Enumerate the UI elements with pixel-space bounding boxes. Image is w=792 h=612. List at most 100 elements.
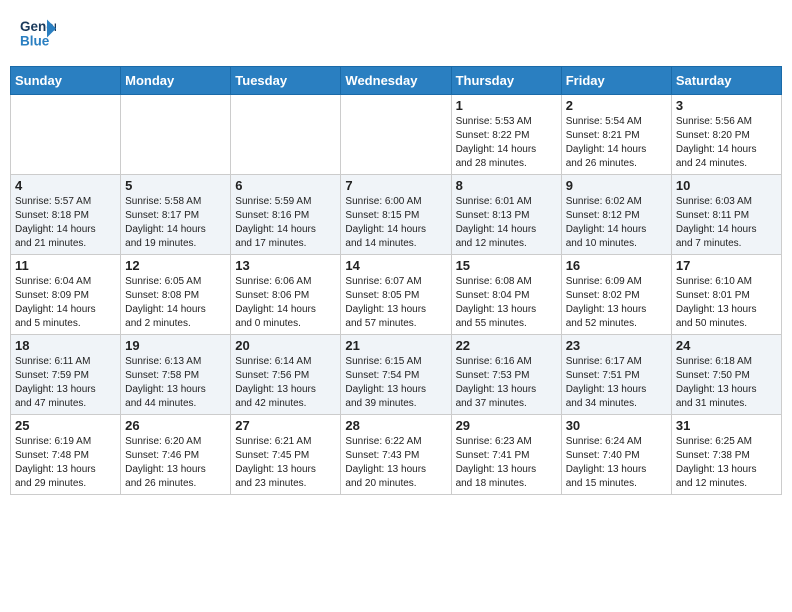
weekday-header-monday: Monday — [121, 67, 231, 95]
calendar-cell: 1Sunrise: 5:53 AM Sunset: 8:22 PM Daylig… — [451, 95, 561, 175]
day-info: Sunrise: 6:00 AM Sunset: 8:15 PM Dayligh… — [345, 195, 446, 251]
day-info: Sunrise: 5:58 AM Sunset: 8:17 PM Dayligh… — [125, 195, 226, 251]
day-info: Sunrise: 6:21 AM Sunset: 7:45 PM Dayligh… — [235, 435, 336, 491]
day-number: 25 — [15, 418, 116, 433]
day-info: Sunrise: 6:13 AM Sunset: 7:58 PM Dayligh… — [125, 355, 226, 411]
calendar-cell — [231, 95, 341, 175]
day-number: 15 — [456, 258, 557, 273]
calendar-cell: 25 Sunrise: 6:19 AM Sunset: 7:48 PM Dayli… — [11, 415, 121, 495]
day-info: Sunrise: 6:01 AM Sunset: 8:13 PM Dayligh… — [456, 195, 557, 251]
day-number: 29 — [456, 418, 557, 433]
day-info: Sunrise: 5:57 AM Sunset: 8:18 PM Dayligh… — [15, 195, 116, 251]
day-number: 21 — [345, 338, 446, 353]
calendar-cell: 31 Sunrise: 6:25 AM Sunset: 7:38 PM Dayli… — [671, 415, 781, 495]
calendar-cell: 16 Sunrise: 6:09 AM Sunset: 8:02 PM Dayli… — [561, 255, 671, 335]
calendar-cell: 22 Sunrise: 6:16 AM Sunset: 7:53 PM Dayli… — [451, 335, 561, 415]
day-info: Sunrise: 5:54 AM Sunset: 8:21 PM Dayligh… — [566, 115, 667, 171]
day-number: 12 — [125, 258, 226, 273]
weekday-header-thursday: Thursday — [451, 67, 561, 95]
calendar-cell — [121, 95, 231, 175]
weekday-header-saturday: Saturday — [671, 67, 781, 95]
day-number: 31 — [676, 418, 777, 433]
day-number: 6 — [235, 178, 336, 193]
logo: General Blue — [20, 15, 56, 51]
weekday-header-row: SundayMondayTuesdayWednesdayThursdayFrid… — [11, 67, 782, 95]
day-info: Sunrise: 6:25 AM Sunset: 7:38 PM Dayligh… — [676, 435, 777, 491]
day-info: Sunrise: 6:02 AM Sunset: 8:12 PM Dayligh… — [566, 195, 667, 251]
calendar-week-row: 1Sunrise: 5:53 AM Sunset: 8:22 PM Daylig… — [11, 95, 782, 175]
day-number: 3 — [676, 98, 777, 113]
weekday-header-wednesday: Wednesday — [341, 67, 451, 95]
calendar-cell: 10 Sunrise: 6:03 AM Sunset: 8:11 PM Dayli… — [671, 175, 781, 255]
calendar-cell: 11 Sunrise: 6:04 AM Sunset: 8:09 PM Dayli… — [11, 255, 121, 335]
day-info: Sunrise: 6:16 AM Sunset: 7:53 PM Dayligh… — [456, 355, 557, 411]
day-number: 14 — [345, 258, 446, 273]
weekday-header-tuesday: Tuesday — [231, 67, 341, 95]
calendar-cell: 26 Sunrise: 6:20 AM Sunset: 7:46 PM Dayli… — [121, 415, 231, 495]
calendar-cell: 21Sunrise: 6:15 AM Sunset: 7:54 PM Dayli… — [341, 335, 451, 415]
day-number: 11 — [15, 258, 116, 273]
calendar-week-row: 4 Sunrise: 5:57 AM Sunset: 8:18 PM Daylig… — [11, 175, 782, 255]
day-number: 17 — [676, 258, 777, 273]
calendar-cell: 2 Sunrise: 5:54 AM Sunset: 8:21 PM Daylig… — [561, 95, 671, 175]
calendar-cell: 17Sunrise: 6:10 AM Sunset: 8:01 PM Dayli… — [671, 255, 781, 335]
day-number: 13 — [235, 258, 336, 273]
calendar-cell: 6 Sunrise: 5:59 AM Sunset: 8:16 PM Daylig… — [231, 175, 341, 255]
day-number: 28 — [345, 418, 446, 433]
day-number: 19 — [125, 338, 226, 353]
day-number: 4 — [15, 178, 116, 193]
day-number: 16 — [566, 258, 667, 273]
day-number: 5 — [125, 178, 226, 193]
day-info: Sunrise: 6:18 AM Sunset: 7:50 PM Dayligh… — [676, 355, 777, 411]
day-info: Sunrise: 6:14 AM Sunset: 7:56 PM Dayligh… — [235, 355, 336, 411]
day-info: Sunrise: 6:22 AM Sunset: 7:43 PM Dayligh… — [345, 435, 446, 491]
calendar-cell: 15Sunrise: 6:08 AM Sunset: 8:04 PM Dayli… — [451, 255, 561, 335]
calendar-cell: 12Sunrise: 6:05 AM Sunset: 8:08 PM Dayli… — [121, 255, 231, 335]
calendar-cell: 13 Sunrise: 6:06 AM Sunset: 8:06 PM Dayli… — [231, 255, 341, 335]
day-number: 18 — [15, 338, 116, 353]
day-number: 9 — [566, 178, 667, 193]
day-info: Sunrise: 6:23 AM Sunset: 7:41 PM Dayligh… — [456, 435, 557, 491]
day-info: Sunrise: 6:09 AM Sunset: 8:02 PM Dayligh… — [566, 275, 667, 331]
day-number: 27 — [235, 418, 336, 433]
calendar-cell: 24Sunrise: 6:18 AM Sunset: 7:50 PM Dayli… — [671, 335, 781, 415]
day-info: Sunrise: 6:24 AM Sunset: 7:40 PM Dayligh… — [566, 435, 667, 491]
weekday-header-friday: Friday — [561, 67, 671, 95]
day-info: Sunrise: 6:03 AM Sunset: 8:11 PM Dayligh… — [676, 195, 777, 251]
calendar-cell: 27 Sunrise: 6:21 AM Sunset: 7:45 PM Dayli… — [231, 415, 341, 495]
day-info: Sunrise: 5:56 AM Sunset: 8:20 PM Dayligh… — [676, 115, 777, 171]
day-info: Sunrise: 6:11 AM Sunset: 7:59 PM Dayligh… — [15, 355, 116, 411]
calendar-table: SundayMondayTuesdayWednesdayThursdayFrid… — [10, 66, 782, 495]
calendar-cell: 7 Sunrise: 6:00 AM Sunset: 8:15 PM Daylig… — [341, 175, 451, 255]
calendar-cell: 8Sunrise: 6:01 AM Sunset: 8:13 PM Daylig… — [451, 175, 561, 255]
day-number: 22 — [456, 338, 557, 353]
day-number: 1 — [456, 98, 557, 113]
calendar-cell: 30Sunrise: 6:24 AM Sunset: 7:40 PM Dayli… — [561, 415, 671, 495]
day-info: Sunrise: 6:17 AM Sunset: 7:51 PM Dayligh… — [566, 355, 667, 411]
day-number: 7 — [345, 178, 446, 193]
day-number: 2 — [566, 98, 667, 113]
calendar-week-row: 25 Sunrise: 6:19 AM Sunset: 7:48 PM Dayli… — [11, 415, 782, 495]
day-info: Sunrise: 6:07 AM Sunset: 8:05 PM Dayligh… — [345, 275, 446, 331]
calendar-cell: 29 Sunrise: 6:23 AM Sunset: 7:41 PM Dayli… — [451, 415, 561, 495]
day-info: Sunrise: 6:19 AM Sunset: 7:48 PM Dayligh… — [15, 435, 116, 491]
calendar-cell: 14 Sunrise: 6:07 AM Sunset: 8:05 PM Dayli… — [341, 255, 451, 335]
calendar-cell: 4 Sunrise: 5:57 AM Sunset: 8:18 PM Daylig… — [11, 175, 121, 255]
calendar-cell: 3 Sunrise: 5:56 AM Sunset: 8:20 PM Daylig… — [671, 95, 781, 175]
calendar-week-row: 18 Sunrise: 6:11 AM Sunset: 7:59 PM Dayli… — [11, 335, 782, 415]
calendar-cell: 18 Sunrise: 6:11 AM Sunset: 7:59 PM Dayli… — [11, 335, 121, 415]
day-number: 10 — [676, 178, 777, 193]
calendar-cell: 19 Sunrise: 6:13 AM Sunset: 7:58 PM Dayli… — [121, 335, 231, 415]
day-info: Sunrise: 6:20 AM Sunset: 7:46 PM Dayligh… — [125, 435, 226, 491]
day-number: 23 — [566, 338, 667, 353]
calendar-cell: 28 Sunrise: 6:22 AM Sunset: 7:43 PM Dayli… — [341, 415, 451, 495]
svg-text:Blue: Blue — [20, 34, 50, 49]
day-info: Sunrise: 5:59 AM Sunset: 8:16 PM Dayligh… — [235, 195, 336, 251]
day-info: Sunrise: 6:06 AM Sunset: 8:06 PM Dayligh… — [235, 275, 336, 331]
day-number: 26 — [125, 418, 226, 433]
calendar-week-row: 11 Sunrise: 6:04 AM Sunset: 8:09 PM Dayli… — [11, 255, 782, 335]
calendar-cell: 20Sunrise: 6:14 AM Sunset: 7:56 PM Dayli… — [231, 335, 341, 415]
page-header: General Blue — [10, 10, 782, 56]
day-info: Sunrise: 6:04 AM Sunset: 8:09 PM Dayligh… — [15, 275, 116, 331]
logo-icon: General Blue — [20, 15, 56, 51]
